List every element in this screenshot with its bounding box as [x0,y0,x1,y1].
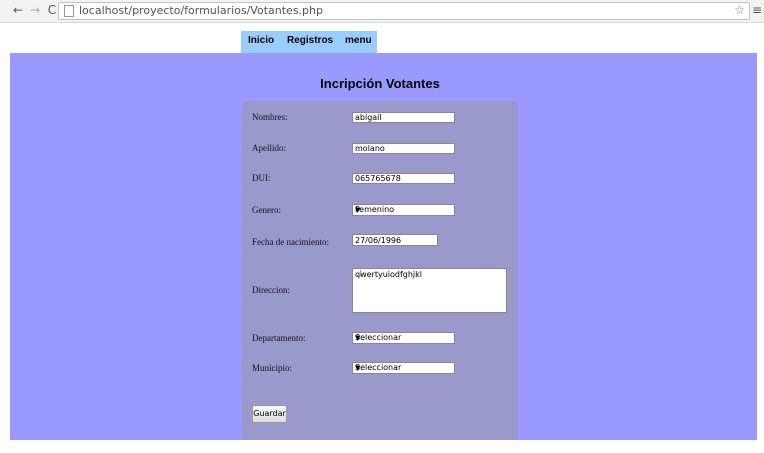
menu-item-menu[interactable]: menu [345,35,372,46]
nombres-label: Nombres: [252,112,288,122]
url-text: localhost/proyecto/formularios/Votantes.… [79,4,323,17]
form-title: Incripción Votantes [320,76,440,91]
direccion-label: Direccion: [252,285,290,295]
departamento-select[interactable]: Seleccionar ▼ [352,332,455,344]
bookmark-star-icon[interactable]: ☆ [734,3,745,17]
direccion-textarea[interactable]: qwertyuiodfghjkl [352,268,507,313]
direccion-value: qwertyuiodfghjkl [355,270,423,279]
genero-label: Genero: [252,205,281,215]
nombres-field[interactable] [352,112,455,123]
chevron-down-icon: ▼ [355,206,361,214]
resize-grip-icon[interactable] [355,270,361,276]
voter-form: Nombres: Apellido: DUI: Genero: Femenino… [242,101,518,440]
menu-item-registros[interactable]: Registros [287,35,333,46]
forward-arrow-icon[interactable]: → [28,3,42,17]
municipio-label: Municipio: [252,363,292,373]
apellido-label: Apellido: [252,143,286,153]
page-content: Incripción Votantes Nombres: Apellido: D… [10,53,757,440]
apellido-field[interactable] [352,143,455,154]
browser-toolbar: ← → C localhost/proyecto/formularios/Vot… [0,0,764,23]
dui-field[interactable] [352,173,455,184]
back-arrow-icon[interactable]: ← [11,3,25,17]
chevron-down-icon: ▼ [355,334,361,342]
page-icon [64,5,74,17]
chevron-down-icon: ▼ [355,364,361,372]
dui-label: DUI: [252,173,271,183]
reload-icon[interactable]: C [45,3,59,17]
fecha-field[interactable] [352,234,438,246]
top-menu: Inicio Registros menu [241,31,377,53]
departamento-label: Departamento: [252,333,306,343]
guardar-button[interactable]: Guardar [252,405,287,423]
browser-menu-icon[interactable]: ≡ [752,3,762,17]
menu-item-inicio[interactable]: Inicio [248,35,274,46]
fecha-label: Fecha de nacimiento: [252,237,329,247]
municipio-select[interactable]: Seleccionar ▼ [352,362,455,374]
genero-select[interactable]: Femenino ▼ [352,204,455,216]
address-bar[interactable]: localhost/proyecto/formularios/Votantes.… [58,2,750,20]
